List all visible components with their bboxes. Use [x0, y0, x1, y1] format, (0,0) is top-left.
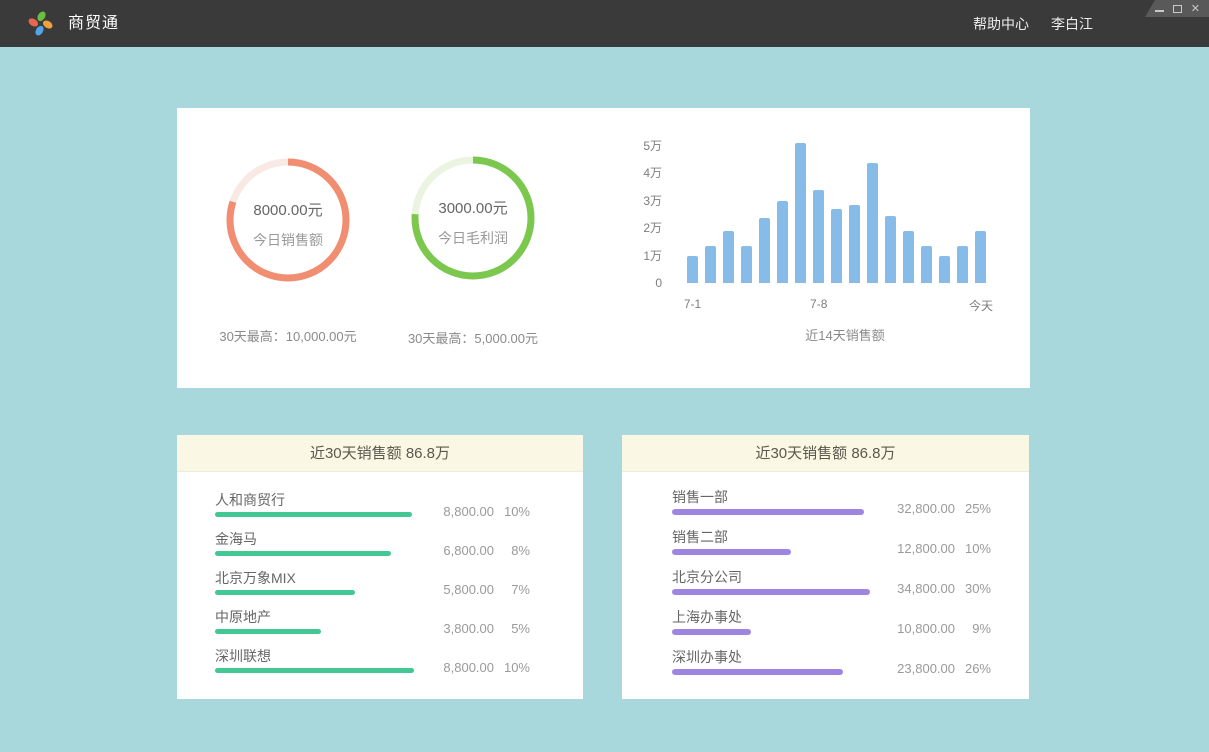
rank-item-percent: 30% [955, 581, 991, 597]
rank-item-name: 北京分公司 [672, 569, 742, 585]
rank-item-name: 中原地产 [215, 609, 271, 625]
app-logo-icon [27, 10, 54, 37]
rank-row: 上海办事处 10,800.00 9% [672, 604, 1029, 643]
rank-row: 深圳办事处 23,800.00 26% [672, 644, 1029, 683]
chart-bar [831, 209, 842, 283]
y-tick-label: 1万 [592, 248, 662, 264]
chart-bar [903, 231, 914, 283]
chart-bar [741, 246, 752, 283]
ranking-card-title: 近30天销售额 86.8万 [177, 435, 583, 472]
rank-item-name: 深圳办事处 [672, 649, 742, 665]
rank-item-bar [672, 549, 791, 555]
rank-item-amount: 23,800.00 [897, 661, 955, 677]
rank-item-bar [215, 629, 321, 634]
chart-bar [777, 201, 788, 284]
rank-row: 销售一部 32,800.00 25% [672, 484, 1029, 523]
y-tick-label: 3万 [592, 193, 662, 209]
rank-item-percent: 10% [494, 660, 530, 676]
x-tick-label: 7-8 [789, 297, 849, 311]
maximize-icon [1173, 5, 1182, 13]
chart-bar [849, 205, 860, 283]
customer-sales-ranking-card: 近30天销售额 86.8万 人和商贸行 8,800.00 10% 金海马 6,8… [177, 435, 583, 699]
rank-item-amount: 32,800.00 [897, 501, 955, 517]
rank-row: 北京分公司 34,800.00 30% [672, 564, 1029, 603]
rank-row: 中原地产 3,800.00 5% [215, 604, 583, 643]
department-sales-ranking-card: 近30天销售额 86.8万 销售一部 32,800.00 25% 销售二部 12… [622, 435, 1029, 699]
rank-item-amount: 10,800.00 [897, 621, 955, 637]
rank-row: 人和商贸行 8,800.00 10% [215, 487, 583, 526]
rank-row: 销售二部 12,800.00 10% [672, 524, 1029, 563]
y-tick-label: 4万 [592, 165, 662, 181]
y-tick-label: 0 [592, 275, 662, 291]
rank-item-bar [215, 512, 412, 517]
rank-item-amount: 3,800.00 [443, 621, 494, 637]
rank-item-bar [672, 629, 751, 635]
rank-item-bar [672, 669, 843, 675]
rank-item-name: 销售一部 [672, 489, 728, 505]
rank-item-name: 深圳联想 [215, 648, 271, 664]
top-navigation: 帮助中心 李白江 [973, 0, 1093, 47]
chart-bar [867, 163, 878, 283]
x-tick-label: 7-1 [663, 297, 723, 311]
rank-item-name: 销售二部 [672, 529, 728, 545]
rank-item-percent: 10% [955, 541, 991, 557]
ranking-list: 人和商贸行 8,800.00 10% 金海马 6,800.00 8% 北京万象M… [177, 472, 583, 699]
rank-row: 金海马 6,800.00 8% [215, 526, 583, 565]
ranking-list: 销售一部 32,800.00 25% 销售二部 12,800.00 10% 北京… [622, 472, 1029, 699]
chart-bar [759, 218, 770, 283]
rank-item-name: 北京万象MIX [215, 570, 296, 586]
chart-bar [723, 231, 734, 283]
overview-card: 8000.00元 今日销售额 30天最高：10,000.00元 3000.00元… [177, 108, 1030, 388]
chart-bar [975, 231, 986, 283]
rank-item-amount: 5,800.00 [443, 582, 494, 598]
y-tick-label: 5万 [592, 138, 662, 154]
rank-item-bar [215, 668, 414, 673]
chart-bar [795, 143, 806, 283]
rank-item-amount: 8,800.00 [443, 504, 494, 520]
rank-item-percent: 8% [494, 543, 530, 559]
rank-row: 北京万象MIX 5,800.00 7% [215, 565, 583, 604]
chart-bar [939, 256, 950, 284]
rank-item-name: 金海马 [215, 531, 257, 547]
rank-item-amount: 12,800.00 [897, 541, 955, 557]
rank-item-name: 人和商贸行 [215, 492, 285, 508]
close-button[interactable]: ✕ [1191, 3, 1200, 15]
rank-item-bar [672, 509, 864, 515]
chart-bar [705, 246, 716, 283]
rank-item-amount: 8,800.00 [443, 660, 494, 676]
rank-item-percent: 25% [955, 501, 991, 517]
rank-item-name: 上海办事处 [672, 609, 742, 625]
rank-item-amount: 6,800.00 [443, 543, 494, 559]
help-center-link[interactable]: 帮助中心 [973, 14, 1029, 34]
rank-item-amount: 34,800.00 [897, 581, 955, 597]
minimize-icon [1155, 10, 1164, 12]
rank-item-percent: 5% [494, 621, 530, 637]
rank-item-percent: 9% [955, 621, 991, 637]
app-window: 商贸通 帮助中心 李白江 ✕ 8000.00元 今日销售额 30天最高：10,0… [0, 0, 1209, 752]
chart-bar [687, 256, 698, 284]
rank-item-bar [215, 551, 391, 556]
y-tick-label: 2万 [592, 220, 662, 236]
rank-item-percent: 10% [494, 504, 530, 520]
chart-plot-area [687, 142, 999, 283]
titlebar: 商贸通 帮助中心 李白江 ✕ [0, 0, 1209, 47]
rank-item-bar [672, 589, 870, 595]
window-controls: ✕ [1145, 0, 1209, 17]
minimize-button[interactable] [1155, 3, 1164, 15]
chart-bar [921, 246, 932, 283]
x-tick-label: 今天 [951, 297, 1011, 314]
rank-item-percent: 26% [955, 661, 991, 677]
ranking-card-title: 近30天销售额 86.8万 [622, 435, 1029, 472]
rank-row: 深圳联想 8,800.00 10% [215, 643, 583, 682]
user-menu[interactable]: 李白江 [1051, 14, 1093, 34]
chart-bar [813, 190, 824, 284]
rank-item-percent: 7% [494, 582, 530, 598]
chart-bar [957, 246, 968, 283]
chart-title: 近14天销售额 [695, 328, 995, 344]
rank-item-bar [215, 590, 355, 595]
maximize-button[interactable] [1173, 3, 1182, 15]
sales-14day-bar-chart: 5万 4万 3万 2万 1万 0 7-1 7-8 今天 近14天销售额 [177, 108, 1030, 388]
chart-bar [885, 216, 896, 283]
app-title: 商贸通 [68, 0, 119, 47]
